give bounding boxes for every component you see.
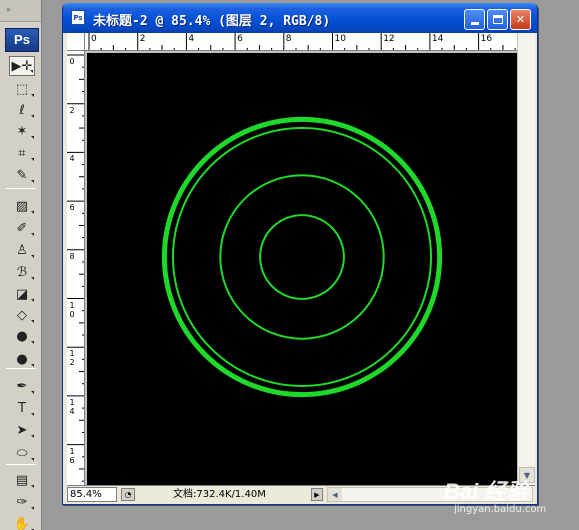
flyout-indicator-icon xyxy=(31,364,34,367)
ruler-h-label: 6 xyxy=(237,34,243,44)
slice-tool[interactable]: ✎ xyxy=(9,165,35,185)
tool-separator xyxy=(6,368,36,369)
flyout-indicator-icon xyxy=(31,277,34,280)
maximize-icon xyxy=(492,15,503,24)
flyout-indicator-icon xyxy=(31,136,34,139)
flyout-indicator-icon xyxy=(31,158,34,161)
eyedropper-tool[interactable]: ✑ xyxy=(9,492,35,512)
tools-panel: » Ps ▶✛ ⬚ ℓ ✶ ⌗ ✎ ▨ ✐ ♙ ℬ ◪ ◇ ● ● ✒ T ➤ ⬭ ▤ ✑ ✋ xyxy=(0,0,42,530)
photoshop-logo[interactable]: Ps xyxy=(5,28,39,52)
flyout-indicator-icon xyxy=(31,458,34,461)
ruler-h-label: 12 xyxy=(383,34,395,44)
ruler-v-label: 8 xyxy=(69,251,75,261)
ruler-h-label: 4 xyxy=(188,34,195,44)
canvas-area xyxy=(85,51,517,485)
ring-2 xyxy=(172,127,432,387)
watermark-logo: Bai 经验 xyxy=(444,479,529,504)
photoshop-document-icon: Ps xyxy=(71,10,85,25)
flyout-indicator-icon xyxy=(31,233,34,236)
title-bar[interactable]: Ps 未标题-2 @ 85.4% (图层 2, RGB/8) ✕ xyxy=(63,3,537,33)
path-selection-tool[interactable]: ➤ xyxy=(9,420,35,440)
healing-brush-tool[interactable]: ▨ xyxy=(9,196,35,216)
crop-tool[interactable]: ⌗ xyxy=(9,143,35,163)
vertical-ruler-ticks xyxy=(67,54,84,482)
blur-tool[interactable]: ● xyxy=(9,326,35,346)
tool-separator xyxy=(6,188,36,189)
zoom-field[interactable]: 85.4% xyxy=(67,487,117,502)
ruler-v-label: 0 xyxy=(69,57,75,66)
flyout-indicator-icon xyxy=(31,94,34,97)
ruler-v-label: 14 xyxy=(69,397,75,416)
flyout-indicator-icon xyxy=(31,413,34,416)
ruler-h-label: 10 xyxy=(334,34,346,44)
scroll-left-icon[interactable]: ◀ xyxy=(328,488,342,501)
close-button[interactable]: ✕ xyxy=(510,9,531,30)
horizontal-ruler[interactable]: 0 2 4 6 8 10 12 14 16 xyxy=(85,33,517,51)
clone-stamp-tool[interactable]: ♙ xyxy=(9,240,35,260)
ruler-v-label: 6 xyxy=(69,203,75,213)
concentric-circles xyxy=(161,116,443,398)
type-tool[interactable]: T xyxy=(9,398,35,418)
vertical-scrollbar[interactable]: ▼ xyxy=(517,33,535,485)
panel-grip[interactable]: » xyxy=(0,0,41,22)
ruler-h-label: 2 xyxy=(139,34,146,44)
lasso-tool[interactable]: ℓ xyxy=(9,100,35,120)
magic-wand-tool[interactable]: ✶ xyxy=(9,121,35,141)
document-title: 未标题-2 @ 85.4% (图层 2, RGB/8) xyxy=(93,14,331,29)
flyout-indicator-icon xyxy=(31,115,34,118)
vertical-ruler[interactable]: 0 2 4 6 8 10 12 14 16 xyxy=(67,51,85,485)
ring-1 xyxy=(161,116,443,398)
document-size-info: 文档:732.4K/1.40M xyxy=(173,489,266,500)
document-canvas[interactable] xyxy=(87,53,517,485)
pen-tool[interactable]: ✒ xyxy=(9,376,35,396)
status-info-icon[interactable]: ◔ xyxy=(121,488,135,501)
maximize-button[interactable] xyxy=(487,9,508,30)
ruler-h-label: 14 xyxy=(431,34,444,44)
flyout-indicator-icon xyxy=(31,255,34,258)
flyout-indicator-icon xyxy=(31,391,34,394)
move-tool[interactable]: ▶✛ xyxy=(9,56,35,76)
document-window: Ps 未标题-2 @ 85.4% (图层 2, RGB/8) ✕ 0 2 4 6 8 10… xyxy=(62,3,538,505)
flyout-indicator-icon xyxy=(31,299,34,302)
flyout-indicator-icon xyxy=(31,341,34,344)
marquee-tool[interactable]: ⬚ xyxy=(9,79,35,99)
flyout-indicator-icon xyxy=(31,180,34,183)
minimize-icon xyxy=(470,22,479,25)
eraser-tool[interactable]: ◪ xyxy=(9,284,35,304)
hand-tool[interactable]: ✋ xyxy=(9,514,35,530)
flyout-indicator-icon xyxy=(30,70,33,73)
flyout-indicator-icon xyxy=(31,211,34,214)
ruler-v-label: 10 xyxy=(69,300,75,319)
ring-3 xyxy=(219,174,385,340)
flyout-indicator-icon xyxy=(31,435,34,438)
watermark-url: jingyan.baidu.com xyxy=(454,504,547,515)
ellipse-tool[interactable]: ⬭ xyxy=(9,443,35,463)
ruler-v-label: 12 xyxy=(69,349,75,368)
status-menu-arrow-icon[interactable]: ▶ xyxy=(311,488,323,501)
baidu-jingyan-watermark: Bai 经验 jingyan.baidu.com xyxy=(444,470,574,526)
horizontal-ruler-ticks xyxy=(88,33,516,50)
ruler-h-label: 0 xyxy=(91,34,97,44)
notes-tool[interactable]: ▤ xyxy=(9,470,35,490)
ring-4 xyxy=(259,214,345,300)
paint-bucket-tool[interactable]: ◇ xyxy=(9,305,35,325)
tool-separator xyxy=(6,464,36,465)
ruler-v-label: 4 xyxy=(69,154,75,164)
ruler-v-label: 2 xyxy=(69,105,75,115)
flyout-indicator-icon xyxy=(31,320,34,323)
ruler-h-label: 8 xyxy=(285,34,292,44)
ruler-origin[interactable] xyxy=(67,33,85,51)
dodge-tool[interactable]: ● xyxy=(9,349,35,369)
ruler-h-label: 16 xyxy=(480,34,493,44)
flyout-indicator-icon xyxy=(31,485,34,488)
brush-tool[interactable]: ✐ xyxy=(9,218,35,238)
ruler-v-label: 16 xyxy=(69,446,75,465)
flyout-indicator-icon xyxy=(31,507,34,510)
history-brush-tool[interactable]: ℬ xyxy=(9,262,35,282)
minimize-button[interactable] xyxy=(464,9,485,30)
